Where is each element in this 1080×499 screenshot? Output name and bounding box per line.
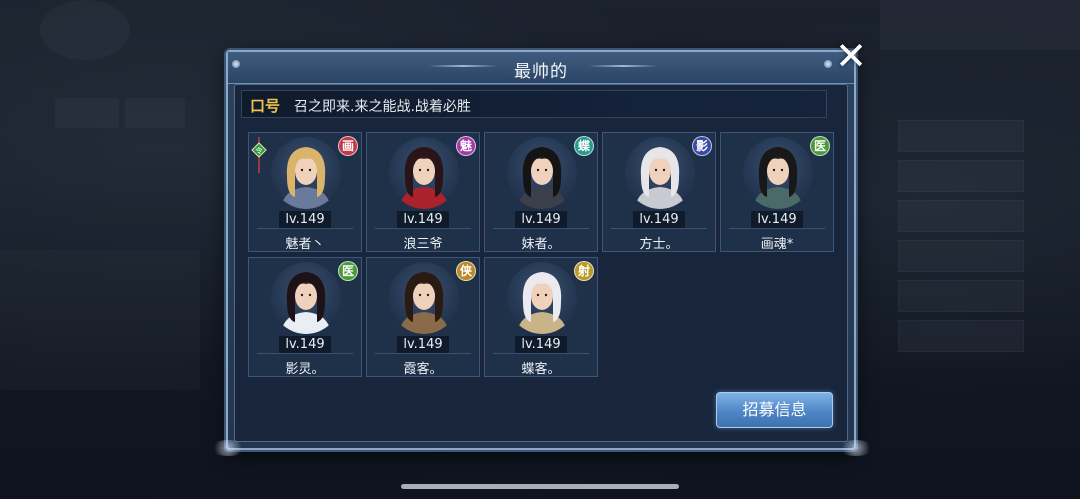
class-badge-icon: 侠 bbox=[456, 261, 476, 281]
home-indicator[interactable] bbox=[401, 484, 679, 489]
member-card[interactable]: 画令 lv.149 魅者丶 bbox=[248, 132, 362, 252]
member-avatar bbox=[271, 137, 341, 209]
divider bbox=[493, 228, 589, 229]
member-card[interactable]: 侠 lv.149 霞客。 bbox=[366, 257, 480, 377]
member-avatar bbox=[271, 262, 341, 334]
member-level: lv.149 bbox=[515, 336, 567, 353]
member-name: 霞客。 bbox=[403, 362, 443, 377]
member-name: 浪三爷 bbox=[403, 237, 443, 252]
class-badge-icon: 医 bbox=[810, 136, 830, 156]
divider bbox=[493, 353, 589, 354]
recruit-info-button[interactable]: 招募信息 bbox=[716, 392, 833, 428]
divider bbox=[729, 228, 825, 229]
member-name: 妹者。 bbox=[521, 237, 561, 252]
corner-glow bbox=[838, 440, 874, 456]
close-button[interactable]: ✕ bbox=[832, 37, 870, 76]
member-level: lv.149 bbox=[515, 211, 567, 228]
member-card[interactable]: 影 lv.149 方士。 bbox=[602, 132, 716, 252]
divider bbox=[257, 353, 353, 354]
dialog-title: 最帅的 bbox=[514, 62, 568, 82]
member-name: 魅者丶 bbox=[285, 237, 325, 252]
member-name: 影灵。 bbox=[285, 362, 325, 377]
divider bbox=[375, 228, 471, 229]
member-level: lv.149 bbox=[279, 336, 331, 353]
member-card[interactable]: 魅 lv.149 浪三爷 bbox=[366, 132, 480, 252]
corner-glow bbox=[210, 440, 246, 456]
class-badge-icon: 蝶 bbox=[574, 136, 594, 156]
member-avatar bbox=[743, 137, 813, 209]
class-badge-icon: 魅 bbox=[456, 136, 476, 156]
corner-ornament bbox=[232, 60, 240, 68]
divider bbox=[375, 353, 471, 354]
member-card[interactable]: 蝶 lv.149 妹者。 bbox=[484, 132, 598, 252]
dialog-title-bar: 最帅的 bbox=[228, 52, 854, 84]
class-badge-icon: 射 bbox=[574, 261, 594, 281]
member-card[interactable]: 射 lv.149 蝶客。 bbox=[484, 257, 598, 377]
slogan-label: 口号 bbox=[250, 97, 281, 115]
member-name: 蝶客。 bbox=[521, 362, 561, 377]
member-level: lv.149 bbox=[633, 211, 685, 228]
slogan-bar: 口号 召之即来.来之能战.战着必胜 bbox=[241, 90, 827, 118]
member-avatar bbox=[507, 137, 577, 209]
member-avatar bbox=[507, 262, 577, 334]
divider bbox=[611, 228, 707, 229]
leader-token-icon: 令 bbox=[251, 137, 267, 173]
member-level: lv.149 bbox=[279, 211, 331, 228]
member-level: lv.149 bbox=[397, 336, 449, 353]
divider bbox=[257, 228, 353, 229]
member-card[interactable]: 医 lv.149 画魂* bbox=[720, 132, 834, 252]
class-badge-icon: 画 bbox=[338, 136, 358, 156]
member-avatar bbox=[389, 262, 459, 334]
member-avatar bbox=[625, 137, 695, 209]
class-badge-icon: 医 bbox=[338, 261, 358, 281]
member-level: lv.149 bbox=[397, 211, 449, 228]
corner-ornament bbox=[824, 60, 832, 68]
slogan-text: 召之即来.来之能战.战着必胜 bbox=[294, 99, 471, 115]
class-badge-icon: 影 bbox=[692, 136, 712, 156]
member-level: lv.149 bbox=[751, 211, 803, 228]
member-avatar bbox=[389, 137, 459, 209]
member-card[interactable]: 医 lv.149 影灵。 bbox=[248, 257, 362, 377]
member-name: 方士。 bbox=[639, 237, 679, 252]
member-name: 画魂* bbox=[760, 237, 794, 252]
svg-text:令: 令 bbox=[256, 146, 263, 155]
